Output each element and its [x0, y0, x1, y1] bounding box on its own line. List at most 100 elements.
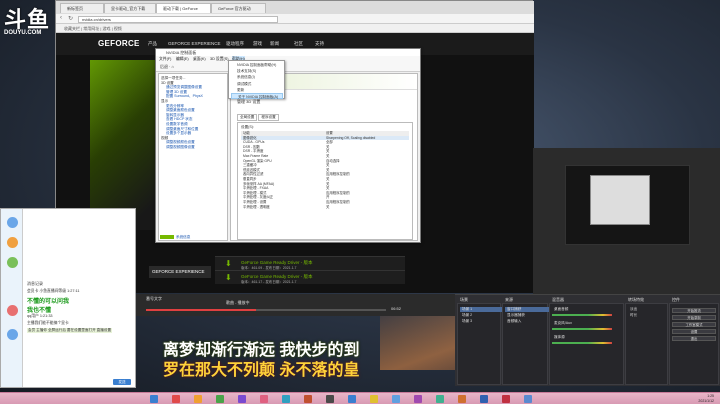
- obs-panel: 混音器桌面音频麦克风/Aux 媒体源: [549, 297, 624, 385]
- taskbar-app-icon[interactable]: [392, 395, 400, 403]
- obs-list-item[interactable]: 桌面音频: [552, 307, 597, 312]
- taskbar-app-icon[interactable]: [304, 395, 312, 403]
- browser-tab[interactable]: 显卡驱动_官方下载: [104, 3, 156, 13]
- settings-tabs: 全局设置 程序设置: [237, 114, 279, 121]
- obs-panel: 来源 窗口捕获 显示器捕获 音频输入: [502, 297, 550, 385]
- taskbar-app-icon[interactable]: [524, 395, 532, 403]
- obs-panel-title: 混音器: [552, 297, 564, 302]
- obs-panel-title: 控件: [672, 297, 680, 302]
- nav-item[interactable]: 社区: [294, 41, 303, 47]
- obs-list-item[interactable]: 窗口捕获: [505, 307, 550, 312]
- driver-row[interactable]: ⬇ GeForce Game Ready Driver - 版本 版本：461.…: [215, 256, 405, 270]
- obs-list-item[interactable]: 媒体源: [552, 335, 597, 340]
- control-panel-toolbar[interactable]: 后退 · ⌂: [156, 62, 420, 72]
- nav-item[interactable]: 新闻: [270, 41, 279, 47]
- nav-item[interactable]: 支持: [315, 41, 324, 47]
- system-info-link[interactable]: 系统信息: [176, 235, 190, 240]
- browser-tab[interactable]: 新标签页: [60, 3, 104, 13]
- obs-control-button[interactable]: 开始推流: [672, 308, 716, 313]
- taskbar-app-icon[interactable]: [348, 395, 356, 403]
- browser-tab[interactable]: 驱动下载 | GeForce: [156, 3, 211, 13]
- window-title: NVIDIA 控制面板: [156, 49, 420, 56]
- obs-list-item[interactable]: 淡出: [628, 307, 673, 312]
- help-menu-item[interactable]: NVIDIA 控制面板帮助(H): [231, 62, 283, 68]
- avatar[interactable]: [7, 329, 18, 340]
- obs-panel: 控件开始推流开始录制工作室模式设置退出: [669, 297, 719, 385]
- nav-item[interactable]: 驱动程序: [226, 41, 244, 47]
- lyric-line-2: 罗在那大不列颠 永不落的皇: [163, 362, 360, 379]
- browser-tabbar: 新标签页 驱动下载 | GeForce 显卡驱动_官方下载 GeForce 官方…: [56, 1, 534, 14]
- help-menu-item[interactable]: 关于 NVIDIA 控制面板(A): [231, 93, 283, 99]
- douyu-watermark: 斗鱼 DOUYU.COM: [4, 2, 52, 36]
- chat-window: 消息记录 会员卡 小鱼直播间等级 1:27:11 不懂的可以问我 我也不懂 qq用户 …: [0, 208, 136, 388]
- nav-item[interactable]: 游戏: [253, 41, 262, 47]
- refresh-icon[interactable]: ↻: [68, 15, 73, 22]
- browser-toolbar: ‹ ↻ nvidia.cn/drivers: [56, 14, 534, 24]
- help-menu-item[interactable]: 更新: [231, 87, 283, 93]
- obs-control-button[interactable]: 工作室模式: [672, 322, 716, 327]
- taskbar-app-icon[interactable]: [502, 395, 510, 403]
- obs-list-item[interactable]: 麦克风/Aux: [552, 321, 597, 326]
- obs-list-item[interactable]: 场景 3: [460, 319, 505, 324]
- obs-panel: 场景场景 1 场景 2 场景 3: [457, 297, 505, 385]
- obs-control-button[interactable]: 退出: [672, 336, 716, 341]
- driver-row[interactable]: ⬇ GeForce Game Ready Driver - 版本 版本：461.…: [215, 270, 405, 284]
- taskbar-app-icon[interactable]: [260, 395, 268, 403]
- help-dropdown-menu: NVIDIA 控制面板帮助(H) 技术支持(S) 系统信息(I) 调试模式 更新 关于 N…: [228, 60, 285, 99]
- browser-tab[interactable]: GeForce 官方驱动: [211, 3, 266, 13]
- taskbar-app-icon[interactable]: [216, 395, 224, 403]
- task-tree: 选择一项任务... 3D 设置 通过预览调整图像设置 管理 3D 设置 配置 Surr…: [158, 73, 228, 241]
- taskbar-app-icon[interactable]: [238, 395, 246, 403]
- chat-message: 不懂的可以问我: [27, 299, 70, 305]
- taskbar-app-icon[interactable]: [150, 395, 158, 403]
- chat-meta: 会员卡 小鱼直播间等级 1:27:11: [27, 289, 80, 293]
- geforce-experience-label[interactable]: GEFORCE EXPERIENCE: [149, 266, 211, 278]
- avatar[interactable]: [7, 257, 18, 268]
- taskbar-app-icon[interactable]: [370, 395, 378, 403]
- taskbar-app-icon[interactable]: [194, 395, 202, 403]
- table-row[interactable]: 平滑处理 - 透明度 关: [241, 205, 409, 210]
- avatar[interactable]: [7, 217, 18, 228]
- bookmarks-bar[interactable]: 收藏夹栏 | 常用网址 | 游戏 | 视频: [56, 24, 534, 33]
- tab-global-settings[interactable]: 全局设置: [237, 114, 258, 121]
- nav-item[interactable]: 产品: [148, 41, 157, 47]
- obs-panel: 转场特效 淡出 时长: [625, 297, 668, 385]
- geforce-logo[interactable]: GEFORCE: [98, 39, 140, 48]
- audio-meter: [552, 314, 612, 316]
- obs-list-item[interactable]: 场景 2: [460, 313, 505, 318]
- obs-list-item[interactable]: 场景 1: [460, 307, 505, 312]
- help-menu-item[interactable]: 系统信息(I): [231, 74, 283, 80]
- taskbar-app-icon[interactable]: [436, 395, 444, 403]
- tab-program-settings[interactable]: 程序设置: [258, 114, 279, 121]
- player-progress[interactable]: [146, 309, 386, 311]
- send-button[interactable]: 发送: [113, 379, 131, 385]
- obs-list-item[interactable]: 显示器捕获: [505, 313, 550, 318]
- help-menu-item[interactable]: 技术支持(S): [231, 68, 283, 74]
- obs-list-item[interactable]: 时长: [628, 313, 673, 318]
- obs-panel-title: 场景: [460, 297, 468, 302]
- obs-control-button[interactable]: 设置: [672, 329, 716, 334]
- driver-subtitle: 版本：461.17 - 发布日期：2021.1.7: [241, 280, 297, 284]
- taskbar-app-icon[interactable]: [326, 395, 334, 403]
- tree-item[interactable]: 调整视频图像设置: [161, 145, 225, 150]
- taskbar: 1:25 2021/1/12: [0, 392, 720, 404]
- nav-item[interactable]: GEFORCE EXPERIENCE: [168, 41, 221, 46]
- player-title: 歌曲 - 播放中: [226, 300, 250, 305]
- obs-list-item[interactable]: 音频输入: [505, 319, 550, 324]
- chat-meta: qq用户 1:21:33: [27, 314, 53, 318]
- taskbar-app-icon[interactable]: [172, 395, 180, 403]
- taskbar-app-icon[interactable]: [282, 395, 290, 403]
- player-time: 06:52: [391, 306, 402, 311]
- taskbar-app-icon[interactable]: [414, 395, 422, 403]
- obs-panel-title: 转场特效: [628, 297, 644, 302]
- taskbar-app-icon[interactable]: [480, 395, 488, 403]
- avatar[interactable]: [7, 305, 18, 316]
- obs-control-button[interactable]: 开始录制: [672, 315, 716, 320]
- taskbar-clock[interactable]: 1:25 2021/1/12: [698, 394, 714, 403]
- taskbar-app-icon[interactable]: [458, 395, 466, 403]
- back-icon[interactable]: ‹: [60, 15, 62, 21]
- help-menu-item[interactable]: 调试模式: [231, 81, 283, 87]
- chat-message: 我也不懂: [27, 308, 52, 314]
- address-bar[interactable]: nvidia.cn/drivers: [78, 16, 278, 23]
- avatar[interactable]: [7, 237, 18, 248]
